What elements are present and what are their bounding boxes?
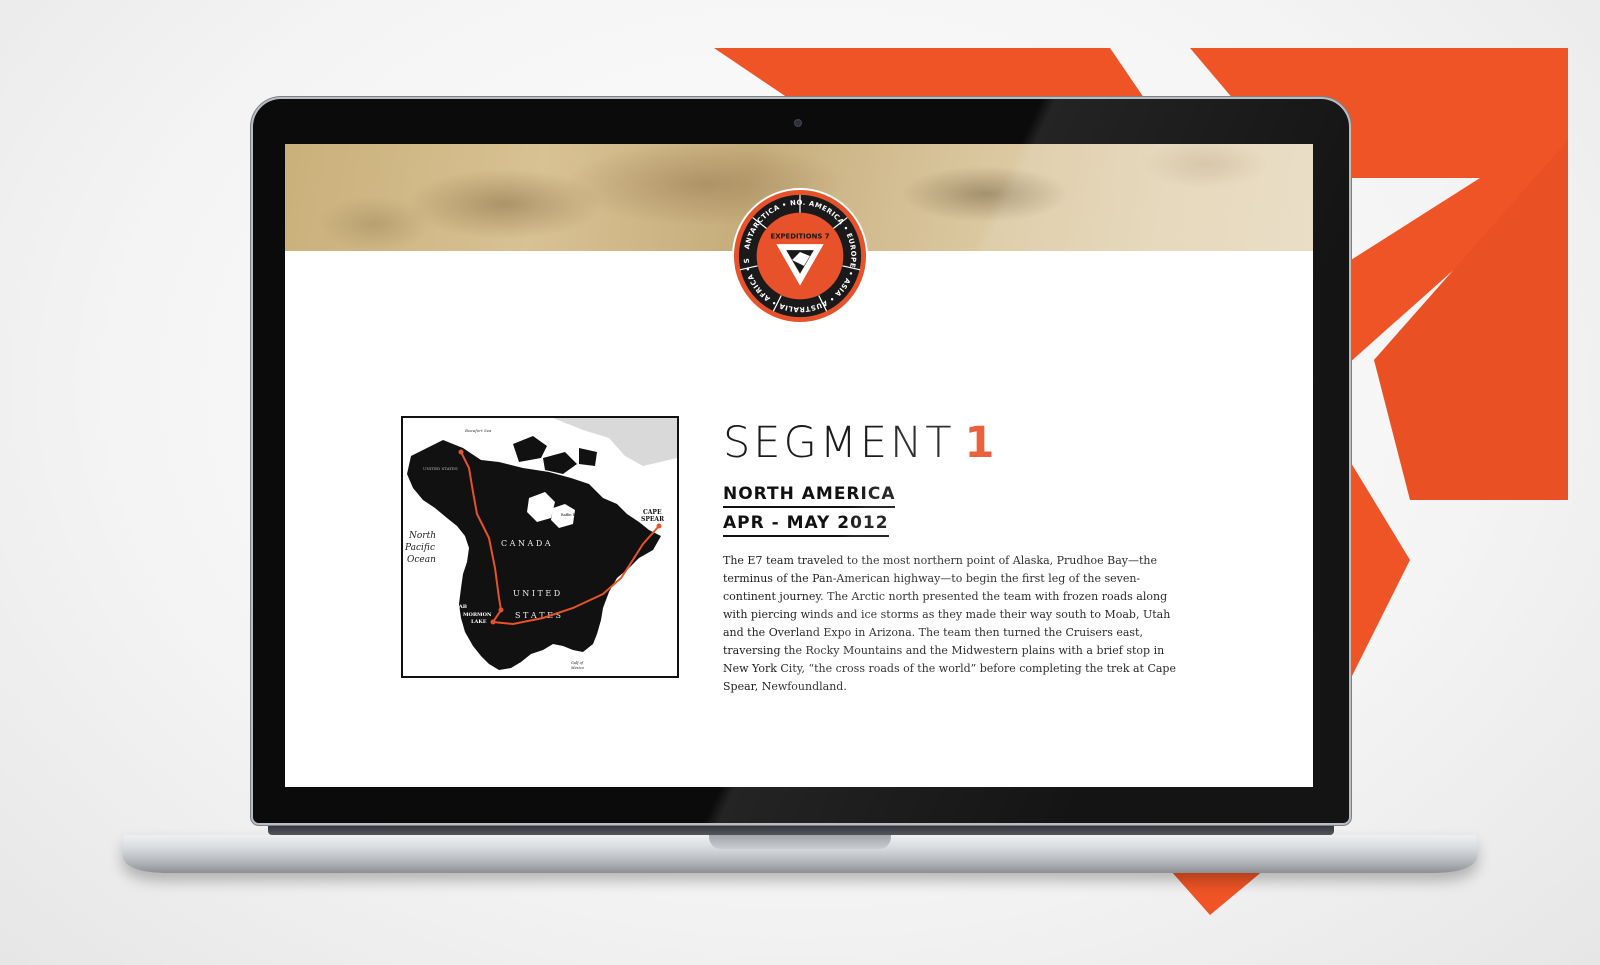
ocean-label-1: North	[408, 531, 436, 541]
north-america-map: Beaufort Sea UNITED STATES North Pacific…	[403, 418, 677, 676]
expeditions-7-badge[interactable]: ANTARCTICA • NO. AMERICA • EUROPE • ASIA…	[731, 187, 869, 325]
cape-spear-label-1: CAPE	[643, 509, 662, 516]
route-point-prudhoe	[458, 449, 464, 455]
baffin-bay-label: Baffin Bay	[561, 513, 579, 517]
gulf-label-1: Gulf of	[571, 661, 584, 665]
beaufort-sea-label: Beaufort Sea	[464, 428, 492, 433]
bg-triangle-bottom	[1170, 870, 1264, 915]
mormon-lake-label-2: LAKE	[471, 619, 487, 625]
segment-region: NORTH AMERICA	[723, 484, 896, 508]
segment-number: 1	[964, 418, 998, 468]
route-point-moab	[498, 607, 504, 613]
badge-brand-text: EXPEDITIONS 7	[771, 232, 830, 240]
segment-title-word: SEGMENT	[723, 418, 955, 468]
route-point-cape-spear	[656, 523, 662, 529]
segment-title: SEGMENT 1	[723, 422, 997, 465]
ocean-label-3: Ocean	[407, 555, 436, 565]
route-point-mormon-lake	[490, 619, 496, 625]
route-map[interactable]: Beaufort Sea UNITED STATES North Pacific…	[401, 416, 679, 678]
us-label-1: U N I T E D	[513, 589, 560, 598]
moab-label: MOAB	[449, 604, 467, 610]
mormon-lake-label-1: MORMON	[463, 612, 492, 618]
laptop-display: ANTARCTICA • NO. AMERICA • EUROPE • ASIA…	[253, 99, 1349, 823]
canada-label: C A N A D A	[501, 539, 551, 548]
laptop-opening-notch	[709, 835, 891, 849]
website-screen: ANTARCTICA • NO. AMERICA • EUROPE • ASIA…	[285, 144, 1313, 787]
alaska-label: UNITED STATES	[423, 466, 458, 471]
segment-dates: APR - MAY 2012	[723, 513, 889, 537]
laptop-hinge	[268, 823, 1334, 835]
cape-spear-label-2: SPEAR	[641, 516, 665, 523]
gulf-label-2: Mexico	[570, 666, 584, 670]
laptop-base	[123, 835, 1477, 873]
ocean-label-2: Pacific	[404, 543, 435, 553]
segment-description: The E7 team traveled to the most norther…	[723, 554, 1176, 693]
camera-icon	[794, 119, 802, 127]
